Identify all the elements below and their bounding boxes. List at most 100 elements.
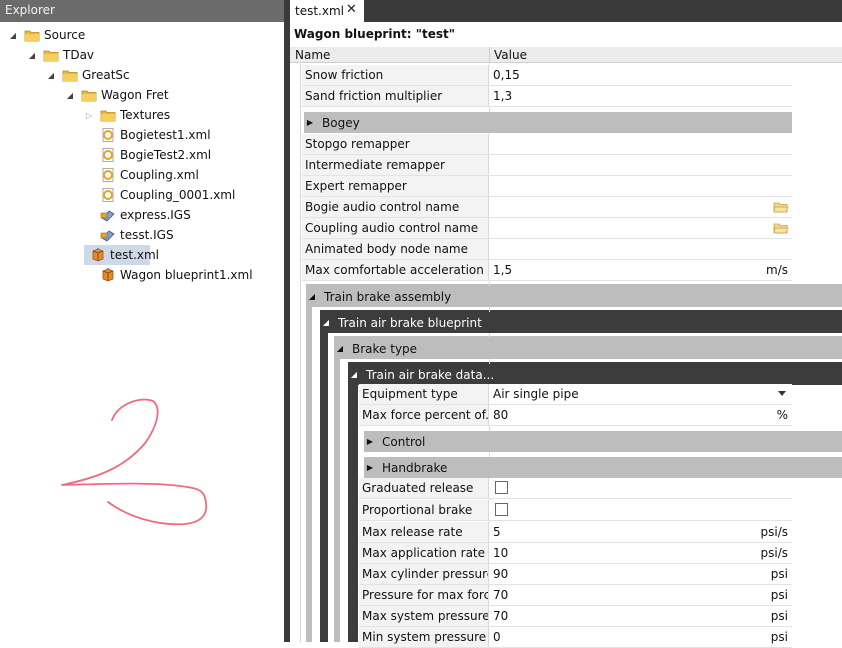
expand-triangle-icon[interactable]: ◢	[334, 344, 346, 353]
property-unit: psi/s	[760, 546, 789, 560]
tree-item[interactable]: express.IGS	[84, 205, 191, 225]
property-name: Expert remapper	[302, 176, 489, 196]
property-row[interactable]: Sand friction multiplier 1,3	[302, 86, 792, 107]
tree-item-label: express.IGS	[120, 208, 191, 222]
group-header[interactable]: ◢ Train air brake data...	[348, 364, 842, 385]
bogie-file-icon	[100, 187, 116, 203]
expand-triangle-icon[interactable]: ◢	[320, 318, 332, 327]
property-row[interactable]: Bogie audio control name	[302, 197, 792, 218]
group-header[interactable]: ▶ Handbrake	[364, 457, 842, 478]
close-icon[interactable]: ✕	[346, 2, 357, 17]
tree-item-label: TDav	[63, 48, 95, 62]
property-name: Proportional brake	[359, 500, 489, 520]
property-row[interactable]: Max comfortable acceleration 1,5 m/s	[302, 260, 792, 281]
tree-item[interactable]: ◢ GreatSc	[46, 65, 130, 85]
expand-triangle-icon[interactable]: ◢	[27, 51, 37, 60]
property-value[interactable]: 1,3	[489, 86, 512, 106]
expand-triangle-icon[interactable]: ◢	[306, 292, 318, 301]
property-row[interactable]: Max system pressure 70 psi	[359, 606, 792, 627]
group-label: Train air brake blueprint	[338, 315, 482, 330]
group-label: Brake type	[352, 341, 418, 356]
column-separator[interactable]	[489, 47, 490, 63]
property-row[interactable]: Stopgo remapper	[302, 134, 792, 155]
dropdown-arrow-icon[interactable]	[778, 391, 786, 396]
property-row[interactable]: Coupling audio control name	[302, 218, 792, 239]
property-unit: psi	[770, 588, 788, 602]
property-value[interactable]	[489, 197, 493, 217]
property-value[interactable]	[489, 239, 493, 259]
property-value[interactable]	[489, 176, 493, 196]
group-header[interactable]: ▶ Control	[364, 431, 842, 452]
property-row[interactable]: Intermediate remapper	[302, 155, 792, 176]
browse-folder-icon[interactable]	[773, 221, 789, 235]
property-row[interactable]: Max release rate 5 psi/s	[359, 522, 792, 543]
property-row[interactable]: Pressure for max force 70 psi	[359, 585, 792, 606]
property-value[interactable]: 10	[489, 543, 508, 563]
tree-item[interactable]: Coupling.xml	[84, 165, 199, 185]
tree-item-label: BogieTest2.xml	[120, 148, 212, 162]
property-value[interactable]	[489, 500, 493, 520]
tree-item[interactable]: Coupling_0001.xml	[84, 185, 235, 205]
tree-item[interactable]: ◢ TDav	[27, 45, 94, 65]
property-value[interactable]: 90	[489, 564, 508, 584]
property-name: Snow friction	[302, 65, 489, 85]
property-value[interactable]: 0	[489, 627, 501, 647]
property-row[interactable]: Min system pressure 0 psi	[359, 627, 792, 648]
property-name: Pressure for max force	[359, 585, 489, 605]
expand-triangle-icon[interactable]: ◢	[65, 91, 75, 100]
property-row[interactable]: Graduated release	[359, 478, 792, 499]
tree-item[interactable]: ▷ Textures	[84, 105, 170, 125]
tree-item-label: Source	[44, 28, 86, 42]
bogie-file-icon	[100, 147, 116, 163]
collapse-triangle-icon[interactable]: ▷	[84, 111, 94, 120]
property-row[interactable]: Equipment type Air single pipe	[359, 384, 792, 405]
property-value[interactable]: 5	[489, 522, 501, 542]
group-header[interactable]: ◢ Brake type	[334, 338, 842, 359]
property-value[interactable]: 70	[489, 585, 508, 605]
tab-test-xml[interactable]: test.xml ✕	[290, 0, 364, 22]
tree-item[interactable]: tesst.IGS	[84, 225, 174, 245]
checkbox[interactable]	[495, 481, 508, 494]
property-value[interactable]	[489, 134, 493, 154]
tab-label: test.xml	[295, 4, 344, 18]
property-value[interactable]: 0,15	[489, 65, 520, 85]
tree-item[interactable]: Wagon blueprint1.xml	[84, 265, 253, 285]
checkbox[interactable]	[495, 503, 508, 516]
collapsed-triangle-icon[interactable]: ▶	[304, 118, 316, 127]
property-unit: %	[776, 408, 788, 422]
property-row[interactable]: Snow friction 0,15	[302, 65, 792, 86]
property-value[interactable]: 80	[489, 405, 508, 425]
property-value[interactable]	[489, 218, 493, 238]
expand-triangle-icon[interactable]: ◢	[8, 31, 18, 40]
expand-triangle-icon[interactable]: ◢	[348, 370, 360, 379]
property-value[interactable]	[489, 155, 493, 175]
tree-item[interactable]: test.xml	[84, 245, 159, 265]
property-row[interactable]: Expert remapper	[302, 176, 792, 197]
collapsed-triangle-icon[interactable]: ▶	[364, 463, 376, 472]
property-unit: psi	[770, 609, 788, 623]
tree-item[interactable]: ◢ Source	[8, 25, 85, 45]
collapsed-triangle-icon[interactable]: ▶	[364, 437, 376, 446]
property-value[interactable]: 70	[489, 606, 508, 626]
grid-gutter	[290, 64, 301, 642]
group-label: Handbrake	[382, 460, 448, 475]
property-row[interactable]: Max application rate 10 psi/s	[359, 543, 792, 564]
property-value[interactable]	[489, 478, 493, 498]
tree-item[interactable]: ◢ Wagon Fret	[65, 85, 169, 105]
expand-triangle-icon[interactable]: ◢	[46, 71, 56, 80]
tree-item[interactable]: BogieTest2.xml	[84, 145, 211, 165]
tree-item[interactable]: Bogietest1.xml	[84, 125, 211, 145]
property-name: Stopgo remapper	[302, 134, 489, 154]
property-row[interactable]: Max cylinder pressure 90 psi	[359, 564, 792, 585]
property-value[interactable]: 1,5	[489, 260, 512, 280]
property-row[interactable]: Max force percent of... 80%	[359, 405, 792, 426]
wagon-file-icon	[100, 267, 116, 283]
group-header[interactable]: ◢ Train brake assembly	[306, 286, 842, 307]
group-header[interactable]: ▶ Bogey	[304, 112, 792, 133]
property-row[interactable]: Animated body node name	[302, 239, 792, 260]
property-row[interactable]: Proportional brake	[359, 500, 792, 521]
browse-folder-icon[interactable]	[773, 200, 789, 214]
group-header[interactable]: ◢ Train air brake blueprint	[320, 312, 842, 333]
explorer-pane: Explorer ◢ Source ◢ TDav ◢ GreatSc ◢ Wagon Fret…	[0, 0, 284, 642]
property-value[interactable]: Air single pipe	[489, 384, 579, 404]
